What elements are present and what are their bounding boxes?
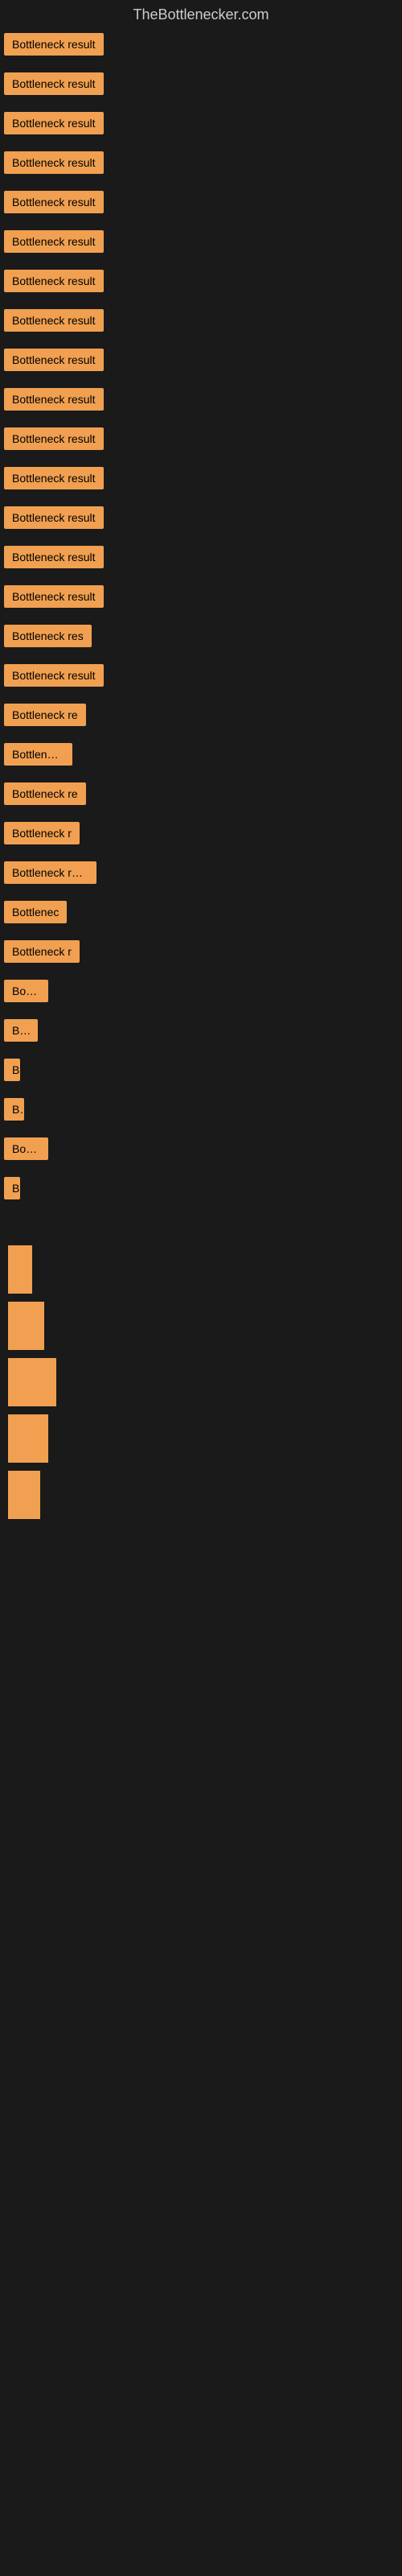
bottleneck-row-25: Bott xyxy=(0,1016,402,1055)
bottleneck-badge-28: Bottle xyxy=(4,1137,48,1160)
bottom-section xyxy=(0,1213,402,1857)
bottleneck-row-24: Bottle xyxy=(0,976,402,1016)
bottom-bar-5 xyxy=(8,1471,40,1519)
bottleneck-row-1: Bottleneck result xyxy=(0,69,402,109)
bottleneck-row-5: Bottleneck result xyxy=(0,227,402,266)
bottleneck-row-28: Bottle xyxy=(0,1134,402,1174)
bottleneck-row-6: Bottleneck result xyxy=(0,266,402,306)
bottleneck-row-21: Bottleneck resu xyxy=(0,858,402,898)
bottleneck-row-23: Bottleneck r xyxy=(0,937,402,976)
bottleneck-row-29: B xyxy=(0,1174,402,1213)
bottom-bar-1 xyxy=(8,1245,32,1294)
bottleneck-row-12: Bottleneck result xyxy=(0,503,402,543)
bottleneck-row-22: Bottlenec xyxy=(0,898,402,937)
bottleneck-badge-1: Bottleneck result xyxy=(4,72,104,95)
bottleneck-badge-11: Bottleneck result xyxy=(4,467,104,489)
bottleneck-badge-7: Bottleneck result xyxy=(4,309,104,332)
bottleneck-row-3: Bottleneck result xyxy=(0,148,402,188)
bottleneck-row-20: Bottleneck r xyxy=(0,819,402,858)
bottleneck-row-8: Bottleneck result xyxy=(0,345,402,385)
site-title: TheBottlenecker.com xyxy=(0,0,402,30)
bottleneck-badge-19: Bottleneck re xyxy=(4,782,86,805)
bottleneck-row-14: Bottleneck result xyxy=(0,582,402,621)
bottleneck-row-27: Bo xyxy=(0,1095,402,1134)
bottleneck-badge-8: Bottleneck result xyxy=(4,349,104,371)
bottleneck-badge-17: Bottleneck re xyxy=(4,704,86,726)
bottleneck-row-4: Bottleneck result xyxy=(0,188,402,227)
bottleneck-badge-22: Bottlenec xyxy=(4,901,67,923)
bottleneck-row-15: Bottleneck res xyxy=(0,621,402,661)
bottleneck-row-17: Bottleneck re xyxy=(0,700,402,740)
bottleneck-badge-13: Bottleneck result xyxy=(4,546,104,568)
bottleneck-row-18: Bottleneck xyxy=(0,740,402,779)
bottleneck-badge-14: Bottleneck result xyxy=(4,585,104,608)
bottleneck-row-7: Bottleneck result xyxy=(0,306,402,345)
bottleneck-badge-23: Bottleneck r xyxy=(4,940,80,963)
bottleneck-badge-0: Bottleneck result xyxy=(4,33,104,56)
bottleneck-row-11: Bottleneck result xyxy=(0,464,402,503)
bottleneck-badge-15: Bottleneck res xyxy=(4,625,92,647)
bottleneck-badge-2: Bottleneck result xyxy=(4,112,104,134)
bottleneck-row-13: Bottleneck result xyxy=(0,543,402,582)
bottleneck-row-19: Bottleneck re xyxy=(0,779,402,819)
bottleneck-row-16: Bottleneck result xyxy=(0,661,402,700)
bottleneck-row-9: Bottleneck result xyxy=(0,385,402,424)
bottleneck-badge-20: Bottleneck r xyxy=(4,822,80,844)
bottleneck-badge-10: Bottleneck result xyxy=(4,427,104,450)
bottleneck-row-10: Bottleneck result xyxy=(0,424,402,464)
bottleneck-badge-24: Bottle xyxy=(4,980,48,1002)
bottleneck-badge-5: Bottleneck result xyxy=(4,230,104,253)
bottleneck-row-0: Bottleneck result xyxy=(0,30,402,69)
bottleneck-badge-3: Bottleneck result xyxy=(4,151,104,174)
bottleneck-badge-6: Bottleneck result xyxy=(4,270,104,292)
bottom-bar-3 xyxy=(8,1358,56,1406)
bottleneck-badge-21: Bottleneck resu xyxy=(4,861,96,884)
bottleneck-badge-18: Bottleneck xyxy=(4,743,72,766)
bottleneck-badge-29: B xyxy=(4,1177,20,1199)
bottleneck-badge-27: Bo xyxy=(4,1098,24,1121)
bottleneck-row-2: Bottleneck result xyxy=(0,109,402,148)
bottleneck-badge-9: Bottleneck result xyxy=(4,388,104,411)
items-container: Bottleneck result Bottleneck result Bottle… xyxy=(0,30,402,1213)
bottleneck-badge-12: Bottleneck result xyxy=(4,506,104,529)
bottleneck-badge-26: B xyxy=(4,1059,20,1081)
bottom-bar-4 xyxy=(8,1414,48,1463)
bottleneck-badge-16: Bottleneck result xyxy=(4,664,104,687)
bottom-bar-2 xyxy=(8,1302,44,1350)
bottleneck-badge-25: Bott xyxy=(4,1019,38,1042)
bottleneck-row-26: B xyxy=(0,1055,402,1095)
bottleneck-badge-4: Bottleneck result xyxy=(4,191,104,213)
